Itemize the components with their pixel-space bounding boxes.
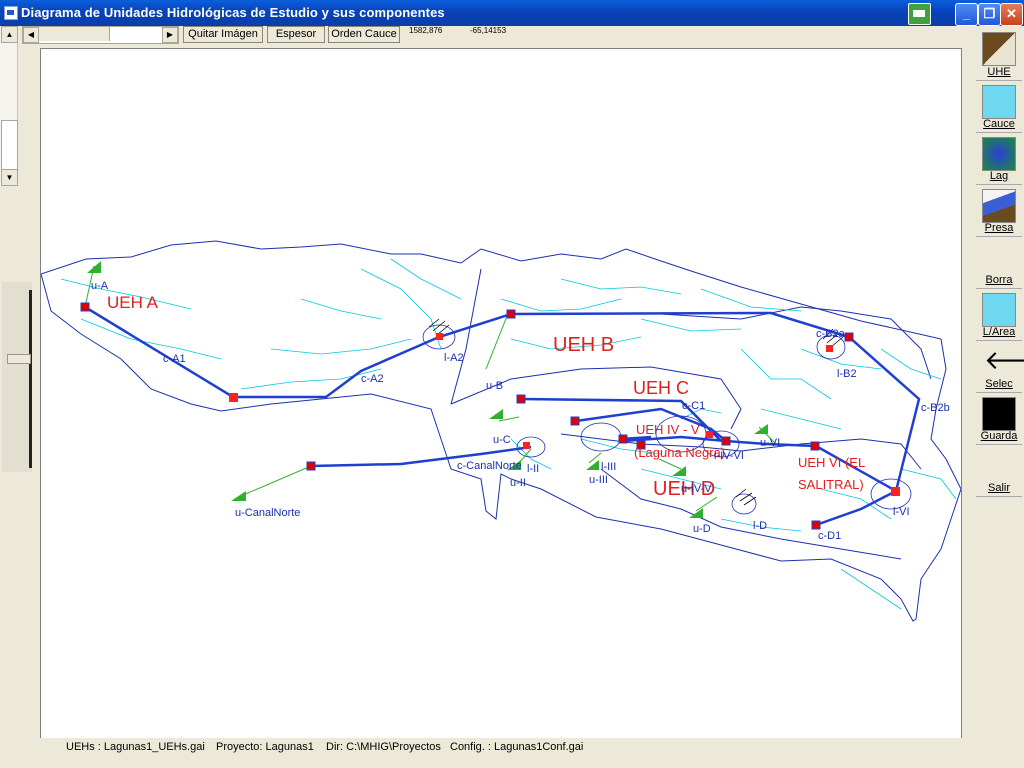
basin-outline [41, 240, 961, 622]
svg-text:u-D: u-D [693, 523, 711, 535]
tool-uhe[interactable]: UHE [976, 28, 1022, 78]
svg-text:UEH IV - V: UEH IV - V [636, 422, 700, 437]
close-button[interactable]: ✕ [1000, 3, 1023, 26]
svg-text:l-A2: l-A2 [444, 352, 464, 364]
horizontal-scrollbar[interactable]: ◀ ▶ [22, 26, 179, 44]
separator [976, 236, 1022, 237]
svg-text:u-CanalNorte: u-CanalNorte [235, 507, 300, 519]
map-canvas[interactable]: UEH A UEH B UEH C UEH IV - V (Laguna Neg… [40, 48, 962, 740]
svg-text:c-CanalNorte: c-CanalNorte [457, 460, 522, 472]
svg-text:l-IV-VI: l-IV-VI [714, 450, 744, 462]
arrow-left-icon: 🡐 [984, 345, 1024, 375]
tool-panel: UHE Cauce Lag Presa Borra L/Area 🡐 Selec… [974, 26, 1024, 768]
svg-text:u-C: u-C [493, 434, 511, 446]
tool-presa[interactable]: Presa [976, 185, 1022, 235]
svg-text:l-II: l-II [527, 463, 539, 475]
minimize-button[interactable]: _ [955, 3, 978, 26]
divide-c-upper [660, 306, 932, 380]
scroll-left-icon[interactable]: ◀ [23, 27, 39, 43]
nodes [80, 302, 900, 530]
svg-text:UEH C: UEH C [633, 378, 689, 398]
scroll-right-icon[interactable]: ▶ [162, 27, 178, 43]
lake-icon [982, 137, 1016, 171]
svg-text:UEH B: UEH B [553, 334, 614, 356]
window-title: Diagrama de Unidades Hidrológicas de Est… [21, 5, 445, 20]
svg-text:l-B2: l-B2 [837, 368, 857, 380]
svg-text:u-III: u-III [589, 474, 608, 486]
status-config: Config. : Lagunas1Conf.gai [450, 741, 584, 753]
status-bar: UEHs : Lagunas1_UEHs.gai Proyecto: Lagun… [0, 738, 1024, 768]
separator [976, 444, 1022, 445]
printer-icon[interactable] [908, 3, 931, 25]
channel-order-button[interactable]: Orden Cauce [328, 26, 400, 43]
divide-a-b [450, 268, 482, 405]
mountain-icon [982, 32, 1016, 66]
dam-icon [982, 189, 1016, 223]
svg-text:u-A: u-A [91, 280, 109, 292]
svg-text:UEH A: UEH A [107, 293, 159, 312]
target-icon [982, 293, 1016, 327]
floppy-icon [982, 397, 1016, 431]
svg-text:u-VI: u-VI [760, 437, 780, 449]
tool-guarda[interactable]: Guarda [976, 393, 1022, 443]
zoom-slider[interactable] [2, 282, 32, 472]
maximize-button[interactable]: ❐ [978, 3, 1001, 26]
status-uehs: UEHs : Lagunas1_UEHs.gai [66, 741, 205, 753]
status-dir: Dir: C:\MHIG\Proyectos [326, 741, 441, 753]
scroll-down-icon[interactable]: ▼ [1, 169, 18, 186]
coord-y: -65,14153 [470, 26, 507, 35]
svg-text:u-B: u-B [486, 380, 503, 392]
svg-text:SALITRAL): SALITRAL) [798, 477, 864, 492]
title-bar: Diagrama de Unidades Hidrológicas de Est… [0, 0, 1024, 26]
tool-selec[interactable]: 🡐 Selec [976, 341, 1024, 391]
svg-text:(Laguna Negra): (Laguna Negra) [634, 445, 725, 460]
svg-text:l-D: l-D [753, 520, 767, 532]
tool-salir[interactable]: Salir [976, 474, 1022, 496]
svg-text:u-IV-V: u-IV-V [681, 483, 712, 495]
separator [976, 496, 1022, 497]
svg-text:u-II: u-II [510, 477, 526, 489]
slider-knob[interactable] [7, 354, 31, 364]
remove-image-button[interactable]: Quitar Imágen [183, 26, 263, 43]
tool-cauce[interactable]: Cauce [976, 81, 1022, 131]
svg-text:c-C1: c-C1 [682, 400, 705, 412]
hscroll-thumb[interactable] [39, 27, 110, 41]
tool-lag[interactable]: Lag [976, 133, 1022, 183]
thickness-button[interactable]: Espesor [267, 26, 325, 43]
slider-track [29, 290, 32, 468]
vertical-scrollbar[interactable]: ▲ ▼ [0, 26, 18, 186]
hydrology-diagram: UEH A UEH B UEH C UEH IV - V (Laguna Neg… [41, 240, 961, 622]
tool-borra[interactable]: Borra [976, 266, 1022, 288]
svg-text:l-III: l-III [601, 461, 616, 473]
river-icon [982, 85, 1016, 119]
svg-text:c-D1: c-D1 [818, 530, 841, 542]
app-icon [4, 6, 18, 20]
scroll-up-icon[interactable]: ▲ [1, 26, 18, 43]
svg-text:c-A2: c-A2 [361, 373, 384, 385]
svg-text:c-A1: c-A1 [163, 353, 186, 365]
coord-x: 1582,876 [409, 26, 443, 35]
divide-b-c [450, 366, 742, 430]
svg-text:l-VI: l-VI [893, 506, 910, 518]
svg-text:c-B2b: c-B2b [921, 402, 950, 414]
svg-text:c-B2a: c-B2a [816, 328, 846, 340]
svg-text:UEH VI (EL: UEH VI (EL [798, 455, 865, 470]
status-project: Proyecto: Lagunas1 [216, 741, 314, 753]
tool-larea[interactable]: L/Area [976, 289, 1022, 339]
